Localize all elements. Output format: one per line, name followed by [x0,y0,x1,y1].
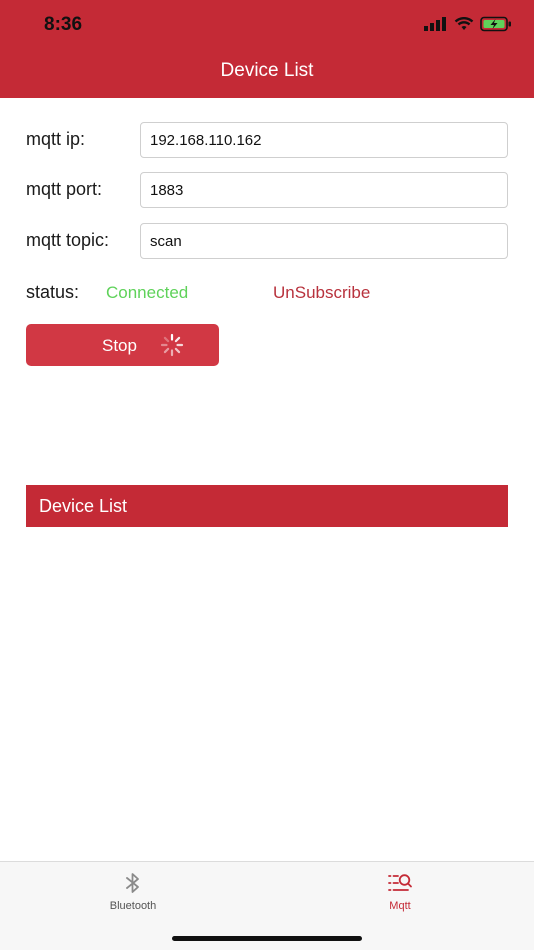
spinner-icon [160,333,184,357]
mqtt-topic-row: mqtt topic: [26,223,508,259]
app-header: 8:36 Device List [0,0,534,98]
mqtt-ip-input[interactable] [140,122,508,158]
home-indicator [172,936,362,941]
status-label: status: [26,282,80,302]
mqtt-ip-row: mqtt ip: [26,122,508,158]
status-bar: 8:36 [0,0,534,52]
battery-charging-icon [480,16,511,32]
tab-bluetooth-label: Bluetooth [109,900,157,912]
device-list-header: Device List [26,485,508,527]
mqtt-port-label: mqtt port: [26,179,103,199]
mqtt-ip-label: mqtt ip: [26,129,86,149]
stop-button-label: Stop [102,336,137,355]
page-title: Device List [220,60,314,81]
status-time: 8:36 [44,14,83,35]
mqtt-icon [388,874,412,891]
unsubscribe-link[interactable]: UnSubscribe [273,283,370,303]
stop-button[interactable]: Stop [26,324,219,366]
connection-status-value: Connected [106,283,189,302]
status-row: status: Connected UnSubscribe [26,282,508,304]
signal-icon [424,17,446,31]
wifi-icon [454,17,474,30]
mqtt-port-row: mqtt port: [26,172,508,208]
bluetooth-icon [126,873,139,893]
mqtt-topic-label: mqtt topic: [26,230,110,250]
tab-bluetooth[interactable]: Bluetooth [73,870,193,920]
status-icons [424,16,512,32]
mqtt-port-input[interactable] [140,172,508,208]
tab-mqtt-label: Mqtt [389,900,411,912]
mqtt-topic-input[interactable] [140,223,508,259]
tab-mqtt[interactable]: Mqtt [340,870,460,920]
device-list-title: Device List [39,496,128,516]
